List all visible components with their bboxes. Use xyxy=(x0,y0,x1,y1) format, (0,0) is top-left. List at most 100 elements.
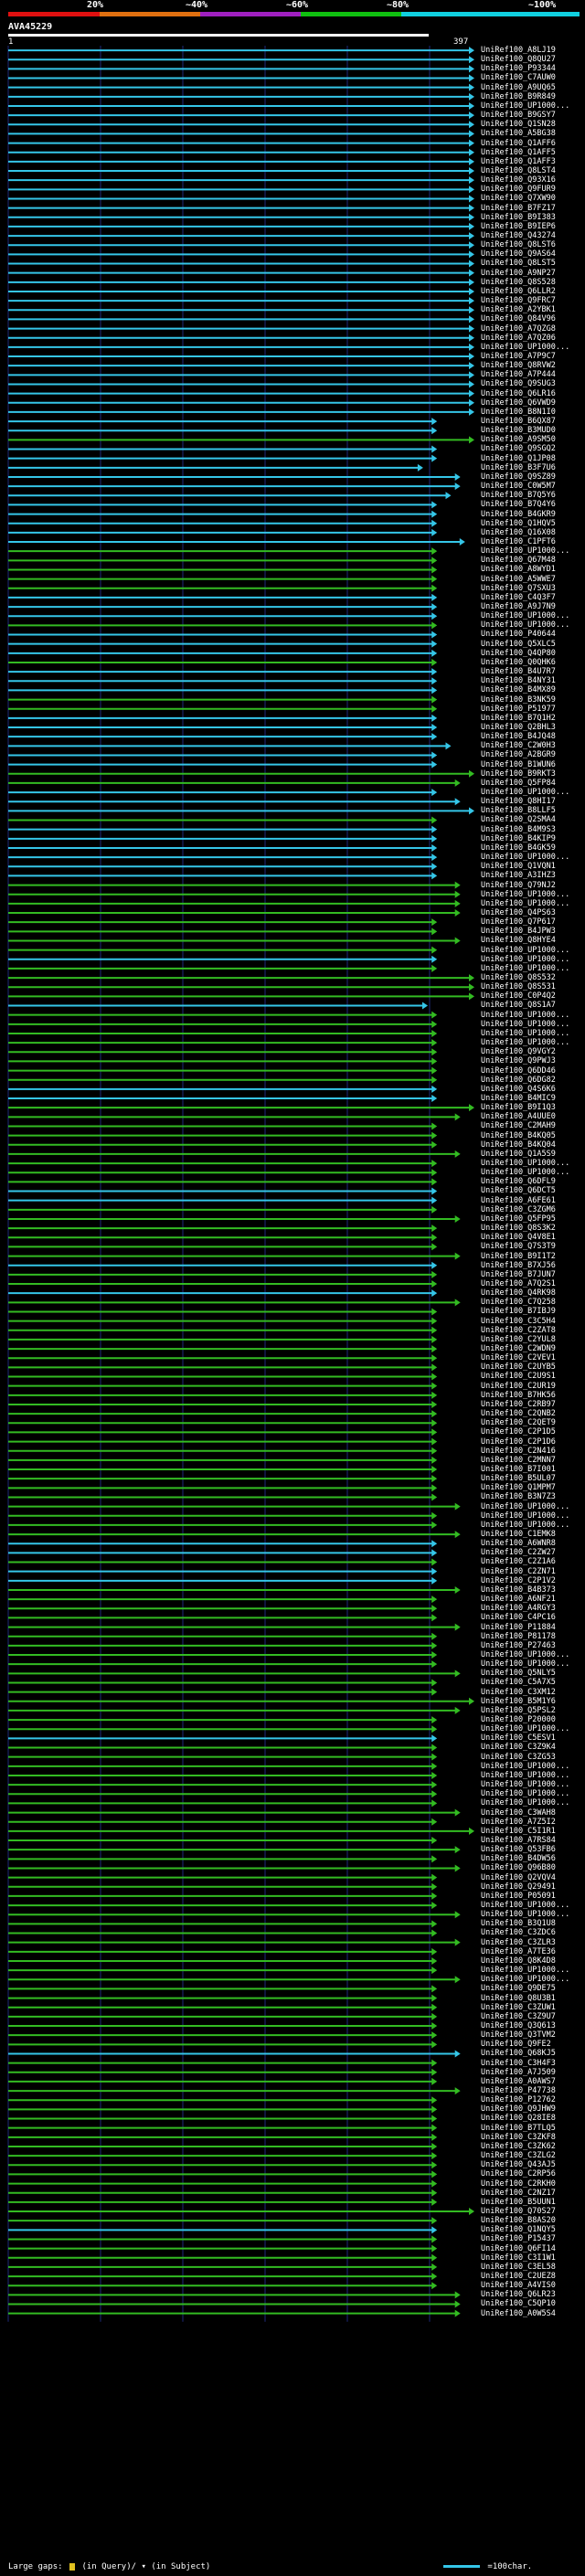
hit-label[interactable]: UniRef100_C2ZW27 xyxy=(481,1548,556,1557)
hit-label[interactable]: UniRef100_Q8LST4 xyxy=(481,166,556,175)
hit-label[interactable]: UniRef100_Q29491 xyxy=(481,1882,556,1892)
hit-label[interactable]: UniRef100_Q6VWD9 xyxy=(481,398,556,408)
hit-label[interactable]: UniRef100_A3IHZ3 xyxy=(481,871,556,880)
hit-label[interactable]: UniRef100_Q1A5S9 xyxy=(481,1150,556,1159)
hit-label[interactable]: UniRef100_Q7XW90 xyxy=(481,194,556,203)
hit-label[interactable]: UniRef100_UP1000... xyxy=(481,1011,569,1020)
hit-label[interactable]: UniRef100_C2P1D6 xyxy=(481,1437,556,1447)
hit-label[interactable]: UniRef100_Q70S27 xyxy=(481,2207,556,2216)
hit-label[interactable]: UniRef100_A4RGY3 xyxy=(481,1604,556,1613)
hit-label[interactable]: UniRef100_B4JPW3 xyxy=(481,927,556,936)
hit-label[interactable]: UniRef100_B5UL07 xyxy=(481,1474,556,1483)
hit-label[interactable]: UniRef100_Q8HYE4 xyxy=(481,936,556,945)
hit-label[interactable]: UniRef100_A2BGR9 xyxy=(481,750,556,759)
hit-label[interactable]: UniRef100_B4JQ48 xyxy=(481,732,556,741)
hit-label[interactable]: UniRef100_B9I1T2 xyxy=(481,1252,556,1261)
hit-label[interactable]: UniRef100_UP1000... xyxy=(481,1659,569,1669)
hit-label[interactable]: UniRef100_C2UEZ8 xyxy=(481,2272,556,2281)
hit-label[interactable]: UniRef100_C3EL58 xyxy=(481,2263,556,2272)
hit-label[interactable]: UniRef100_P20000 xyxy=(481,1715,556,1724)
hit-label[interactable]: UniRef100_A8WYD1 xyxy=(481,565,556,574)
hit-label[interactable]: UniRef100_B7JUN7 xyxy=(481,1270,556,1279)
hit-label[interactable]: UniRef100_Q9SZ89 xyxy=(481,472,556,482)
hit-label[interactable]: UniRef100_C2UYB5 xyxy=(481,1362,556,1372)
hit-label[interactable]: UniRef100_Q8HI17 xyxy=(481,797,556,806)
hit-label[interactable]: UniRef100_P05091 xyxy=(481,1892,556,1901)
hit-label[interactable]: UniRef100_A7Q2S1 xyxy=(481,1279,556,1288)
hit-label[interactable]: UniRef100_C0P4Q2 xyxy=(481,991,556,1001)
hit-label[interactable]: UniRef100_Q28IE8 xyxy=(481,2114,556,2123)
hit-label[interactable]: UniRef100_B9GSY7 xyxy=(481,111,556,120)
hit-label[interactable]: UniRef100_Q1VQN1 xyxy=(481,862,556,871)
hit-label[interactable]: UniRef100_C0W5M7 xyxy=(481,482,556,491)
hit-label[interactable]: UniRef100_A6NF21 xyxy=(481,1595,556,1604)
hit-label[interactable]: UniRef100_B7TLQ5 xyxy=(481,2124,556,2133)
hit-label[interactable]: UniRef100_A7QZ06 xyxy=(481,334,556,343)
hit-label[interactable]: UniRef100_P47738 xyxy=(481,2086,556,2095)
hit-label[interactable]: UniRef100_UP1000... xyxy=(481,1159,569,1168)
hit-label[interactable]: UniRef100_UP1000... xyxy=(481,1020,569,1029)
hit-label[interactable]: UniRef100_A5WWE7 xyxy=(481,575,556,584)
hit-label[interactable]: UniRef100_C3XM12 xyxy=(481,1688,556,1697)
hit-label[interactable]: UniRef100_Q4QP80 xyxy=(481,649,556,658)
hit-label[interactable]: UniRef100_Q9FRC7 xyxy=(481,296,556,305)
hit-label[interactable]: UniRef100_Q3TVM2 xyxy=(481,2030,556,2040)
hit-label[interactable]: UniRef100_Q2VQV4 xyxy=(481,1873,556,1882)
hit-label[interactable]: UniRef100_Q1AFF6 xyxy=(481,139,556,148)
hit-label[interactable]: UniRef100_B4MIC9 xyxy=(481,1094,556,1103)
hit-label[interactable]: UniRef100_Q5FP95 xyxy=(481,1214,556,1224)
hit-label[interactable]: UniRef100_B7Q4Y6 xyxy=(481,500,556,509)
hit-label[interactable]: UniRef100_P15437 xyxy=(481,2234,556,2243)
hit-label[interactable]: UniRef100_B7FZ17 xyxy=(481,204,556,213)
hit-label[interactable]: UniRef100_Q79NJ2 xyxy=(481,881,556,890)
hit-label[interactable]: UniRef100_Q6DCT5 xyxy=(481,1186,556,1195)
hit-label[interactable]: UniRef100_UP1000... xyxy=(481,1910,569,1919)
hit-label[interactable]: UniRef100_UP1000... xyxy=(481,1966,569,1975)
hit-label[interactable]: UniRef100_P27463 xyxy=(481,1641,556,1650)
hit-label[interactable]: UniRef100_UP1000... xyxy=(481,1771,569,1780)
hit-label[interactable]: UniRef100_B3F7U6 xyxy=(481,463,556,472)
hit-label[interactable]: UniRef100_P40644 xyxy=(481,630,556,639)
hit-label[interactable]: UniRef100_Q4S6K6 xyxy=(481,1085,556,1094)
hit-label[interactable]: UniRef100_C3ZGM6 xyxy=(481,1205,556,1214)
hit-label[interactable]: UniRef100_B4MX89 xyxy=(481,685,556,694)
hit-label[interactable]: UniRef100_C2W0H3 xyxy=(481,741,556,750)
hit-label[interactable]: UniRef100_C5ESV1 xyxy=(481,1733,556,1743)
hit-label[interactable]: UniRef100_B3N7Z3 xyxy=(481,1492,556,1501)
hit-label[interactable]: UniRef100_Q4V8E1 xyxy=(481,1233,556,1242)
hit-label[interactable]: UniRef100_Q5PSL2 xyxy=(481,1706,556,1715)
hit-label[interactable]: UniRef100_C4Q3F7 xyxy=(481,593,556,602)
hit-label[interactable]: UniRef100_UP1000... xyxy=(481,546,569,556)
hit-label[interactable]: UniRef100_B4B373 xyxy=(481,1585,556,1595)
hit-label[interactable]: UniRef100_B4KQ05 xyxy=(481,1131,556,1140)
hit-label[interactable]: UniRef100_A2YBK1 xyxy=(481,305,556,314)
hit-label[interactable]: UniRef100_Q3Q613 xyxy=(481,2021,556,2030)
hit-label[interactable]: UniRef100_Q8S3K2 xyxy=(481,1224,556,1233)
hit-label[interactable]: UniRef100_UP1000... xyxy=(481,1789,569,1798)
hit-label[interactable]: UniRef100_A9UQ65 xyxy=(481,83,556,92)
hit-label[interactable]: UniRef100_Q4RK98 xyxy=(481,1288,556,1298)
hit-label[interactable]: UniRef100_C2NZ17 xyxy=(481,2189,556,2198)
hit-label[interactable]: UniRef100_C5A7X5 xyxy=(481,1678,556,1687)
hit-label[interactable]: UniRef100_UP1000... xyxy=(481,946,569,955)
hit-label[interactable]: UniRef100_Q7P617 xyxy=(481,917,556,927)
hit-label[interactable]: UniRef100_Q1HQV5 xyxy=(481,519,556,528)
hit-label[interactable]: UniRef100_C3H4F3 xyxy=(481,2059,556,2068)
hit-label[interactable]: UniRef100_Q8K4D8 xyxy=(481,1956,556,1966)
hit-label[interactable]: UniRef100_B3MUD0 xyxy=(481,426,556,435)
hit-label[interactable]: UniRef100_C3ZKF8 xyxy=(481,2133,556,2142)
hit-label[interactable]: UniRef100_C1PFT6 xyxy=(481,537,556,546)
hit-label[interactable]: UniRef100_C4PC16 xyxy=(481,1613,556,1622)
hit-label[interactable]: UniRef100_Q9DE75 xyxy=(481,1984,556,1993)
hit-label[interactable]: UniRef100_Q8S528 xyxy=(481,278,556,287)
hit-label[interactable]: UniRef100_A7Z5I2 xyxy=(481,1818,556,1827)
hit-label[interactable]: UniRef100_B9IEP6 xyxy=(481,222,556,231)
hit-label[interactable]: UniRef100_A4VIS0 xyxy=(481,2281,556,2290)
hit-label[interactable]: UniRef100_B7HK56 xyxy=(481,1391,556,1400)
hit-label[interactable]: UniRef100_Q43AJ5 xyxy=(481,2160,556,2169)
hit-label[interactable]: UniRef100_C2N416 xyxy=(481,1447,556,1456)
hit-label[interactable]: UniRef100_Q9FUR9 xyxy=(481,185,556,194)
hit-label[interactable]: UniRef100_P51977 xyxy=(481,705,556,714)
hit-label[interactable]: UniRef100_C2U9S1 xyxy=(481,1372,556,1381)
hit-label[interactable]: UniRef100_B7IBJ9 xyxy=(481,1307,556,1316)
